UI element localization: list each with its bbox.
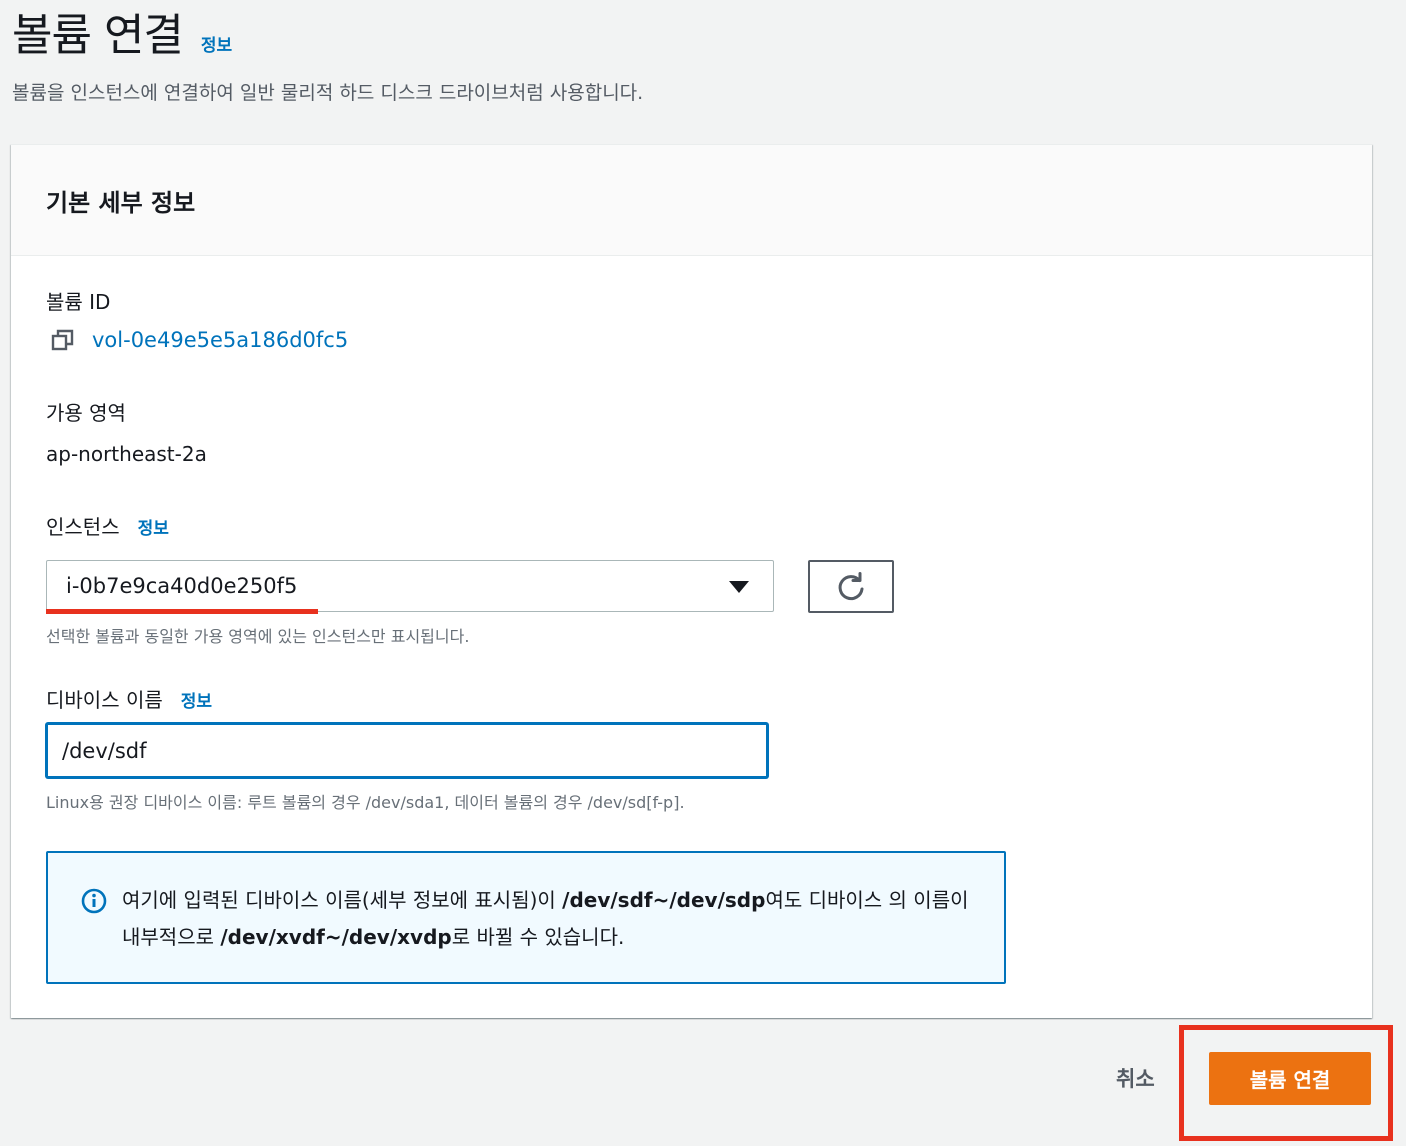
instance-label-row: 인스턴스 정보 — [46, 511, 169, 540]
page-description: 볼륨을 인스턴스에 연결하여 일반 물리적 하드 디스크 드라이브처럼 사용합니… — [12, 82, 644, 104]
info-icon — [81, 888, 107, 914]
basic-details-card: 기본 세부 정보 볼륨 ID vol-0e49e5e5a186d0fc5 가용 … — [11, 144, 1372, 1018]
volume-id-label: 볼륨 ID — [46, 290, 111, 314]
card-title: 기본 세부 정보 — [46, 188, 196, 217]
annotation-underline — [46, 609, 318, 614]
instance-label: 인스턴스 — [46, 515, 120, 539]
cancel-button[interactable]: 취소 — [1116, 1063, 1155, 1093]
page-title: 볼륨 연결 — [12, 10, 184, 61]
instance-select[interactable]: i-0b7e9ca40d0e250f5 — [46, 560, 774, 612]
availability-zone-value: ap-northeast-2a — [46, 442, 207, 466]
device-info-link[interactable]: 정보 — [181, 687, 212, 712]
alert-text-part: 여기에 입력된 디바이스 이름(세부 정보에 표시됨)이 — [122, 888, 563, 912]
volume-id-row: vol-0e49e5e5a186d0fc5 — [51, 328, 348, 352]
alert-bold-part: /dev/sdf~/dev/sdp — [562, 888, 766, 912]
device-label-row: 디바이스 이름 정보 — [46, 684, 212, 713]
device-name-hint: Linux용 권장 디바이스 이름: 루트 볼륨의 경우 /dev/sda1, … — [46, 793, 685, 812]
device-name-input[interactable] — [46, 723, 768, 778]
card-header: 기본 세부 정보 — [11, 145, 1372, 256]
availability-zone-label: 가용 영역 — [46, 401, 126, 425]
attach-volume-button[interactable]: 볼륨 연결 — [1209, 1052, 1371, 1105]
copy-icon[interactable] — [51, 328, 75, 352]
alert-text-part: 로 바뀔 수 있습니다. — [451, 925, 625, 949]
page-header: 볼륨 연결 정보 — [12, 10, 232, 62]
caret-down-icon — [729, 581, 749, 593]
instance-hint: 선택한 볼륨과 동일한 가용 영역에 있는 인스턴스만 표시됩니다. — [46, 627, 470, 646]
refresh-button[interactable] — [808, 560, 894, 613]
alert-text: 여기에 입력된 디바이스 이름(세부 정보에 표시됨)이 /dev/sdf~/d… — [122, 882, 982, 956]
volume-id-link[interactable]: vol-0e49e5e5a186d0fc5 — [92, 328, 348, 352]
refresh-icon — [838, 571, 864, 600]
instance-selected-value: i-0b7e9ca40d0e250f5 — [66, 574, 298, 598]
alert-bold-part: /dev/xvdf~/dev/xvdp — [220, 925, 452, 949]
instance-info-link[interactable]: 정보 — [138, 514, 169, 539]
info-alert: 여기에 입력된 디바이스 이름(세부 정보에 표시됨)이 /dev/sdf~/d… — [46, 851, 1006, 984]
device-name-label: 디바이스 이름 — [46, 688, 163, 712]
title-info-link[interactable]: 정보 — [201, 31, 232, 56]
